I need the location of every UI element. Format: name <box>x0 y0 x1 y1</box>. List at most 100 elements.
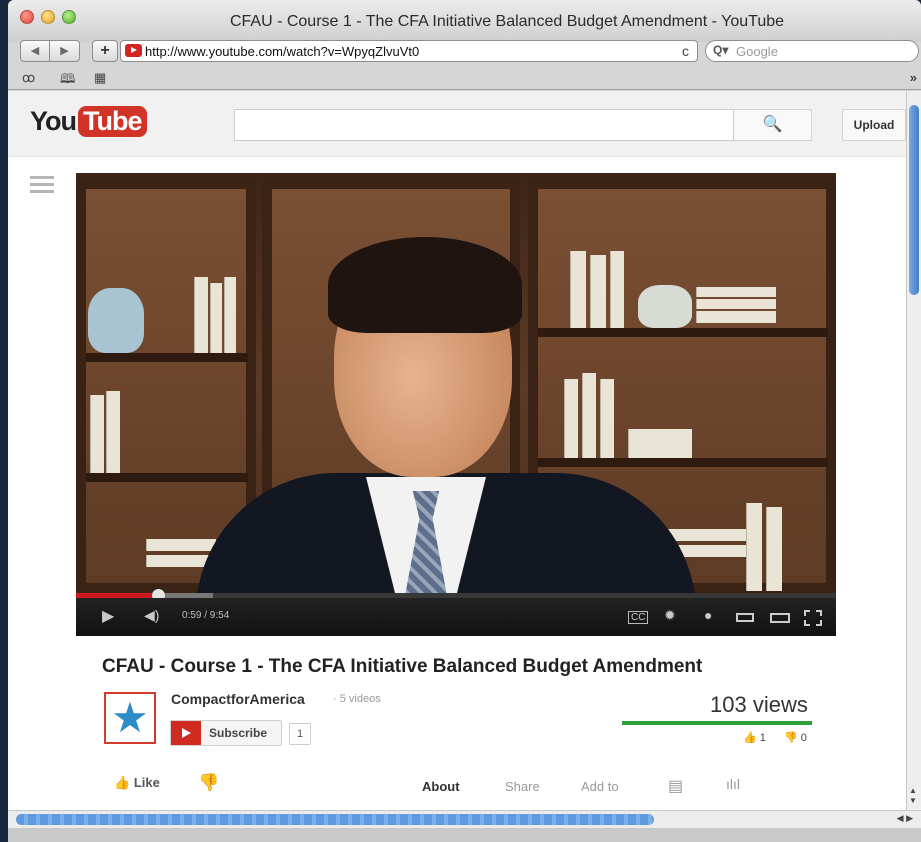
book <box>746 503 762 591</box>
channel-name-link[interactable]: CompactforAmerica <box>171 691 305 707</box>
subscriber-count: 1 <box>289 723 311 745</box>
like-ratio-fill <box>622 721 812 725</box>
speaker-hair <box>328 237 522 333</box>
youtube-logo[interactable]: You Tube <box>30 106 147 137</box>
book <box>106 391 120 473</box>
tab-statistics-icon[interactable]: ılıl <box>726 776 740 792</box>
small-player-icon[interactable] <box>736 613 754 622</box>
shelf-plank <box>538 328 828 337</box>
book <box>564 379 578 458</box>
annotations-icon[interactable]: ● <box>704 607 712 623</box>
tab-transcript-icon[interactable]: ▤ <box>668 776 683 796</box>
like-label: Like <box>133 775 160 790</box>
fullscreen-icon[interactable] <box>804 610 822 626</box>
search-placeholder: Google <box>736 44 778 59</box>
action-bar: 👍 Like 👎 About Share Add to ▤ ılıl <box>8 771 906 810</box>
book <box>766 507 782 591</box>
nav-buttons: ◀ ▶ <box>20 40 80 62</box>
thumbs-up-icon: 👍 <box>114 775 131 790</box>
dislike-count: 👎 0 <box>784 732 807 744</box>
browser-window: CFAU - Course 1 - The CFA Initiative Bal… <box>8 0 921 842</box>
likes-value: 1 <box>759 732 766 744</box>
play-icon[interactable]: ▶ <box>102 606 114 626</box>
subscribe-label: Subscribe <box>209 726 268 740</box>
book <box>90 395 104 473</box>
guide-menu-icon[interactable] <box>30 176 54 196</box>
book <box>224 277 236 353</box>
book <box>146 539 216 551</box>
captions-icon[interactable]: CC <box>628 611 649 624</box>
window-controls <box>20 10 76 24</box>
forward-button[interactable]: ▶ <box>50 40 80 62</box>
youtube-search-button[interactable]: 🔍 <box>734 109 812 141</box>
horizontal-scroll-arrows-icon[interactable]: ◀ ▶ <box>897 813 913 824</box>
google-search-field[interactable]: Q▾ Google <box>705 40 919 62</box>
vertical-scroll-thumb[interactable] <box>909 105 919 295</box>
book <box>590 255 606 328</box>
close-window-button[interactable] <box>20 10 34 24</box>
status-bar <box>8 828 921 842</box>
book <box>194 277 208 353</box>
like-count: 👍 1 <box>743 732 766 744</box>
large-player-icon[interactable] <box>770 613 790 623</box>
back-button[interactable]: ◀ <box>20 40 50 62</box>
book <box>628 429 692 458</box>
video-player[interactable]: ▶ ◀) 0:59 / 9:54 CC ✹ ● <box>76 173 836 636</box>
youtube-search-input[interactable] <box>234 109 734 141</box>
book <box>696 299 776 309</box>
add-bookmark-button[interactable]: + <box>92 40 118 62</box>
playback-time: 0:59 / 9:54 <box>182 610 230 621</box>
reload-icon[interactable]: ᴄ <box>682 43 689 59</box>
zoom-window-button[interactable] <box>62 10 76 24</box>
top-sites-grid-icon[interactable]: ▦ <box>94 70 106 86</box>
tab-share[interactable]: Share <box>505 779 540 794</box>
video-title: CFAU - Course 1 - The CFA Initiative Bal… <box>102 656 703 677</box>
tab-add-to[interactable]: Add to <box>581 779 619 794</box>
upload-button[interactable]: Upload <box>842 109 906 141</box>
book <box>696 311 776 323</box>
title-bar: CFAU - Course 1 - The CFA Initiative Bal… <box>8 0 921 42</box>
url-text[interactable]: http://www.youtube.com/watch?v=WpyqZlvuV… <box>145 44 419 59</box>
book <box>582 373 596 458</box>
vase <box>88 288 144 353</box>
shelf-plank <box>86 473 248 482</box>
thumbs-down-icon: 👎 <box>198 773 220 792</box>
vertical-scrollbar[interactable]: ▲ ▼ <box>906 91 921 810</box>
volume-icon[interactable]: ◀) <box>144 607 159 624</box>
bookmarks-bar: ꝏ 🕮 ▦ » <box>8 66 921 90</box>
dislikes-value: 0 <box>800 732 807 744</box>
subscribe-button[interactable]: Subscribe <box>170 720 282 746</box>
bowl <box>638 285 692 328</box>
tab-about[interactable]: About <box>422 779 460 794</box>
settings-gear-icon[interactable]: ✹ <box>664 607 676 624</box>
page-content: You Tube 🔍 Upload ▶ ◀) 0:59 / 9:54 CC ✹ … <box>8 91 906 810</box>
player-controls: ▶ ◀) 0:59 / 9:54 CC ✹ ● <box>76 598 836 636</box>
reading-list-icon[interactable]: ꝏ <box>22 70 35 86</box>
book <box>570 251 586 328</box>
dislike-button[interactable]: 👎 <box>198 773 219 793</box>
logo-you: You <box>30 106 77 136</box>
youtube-play-icon <box>171 721 201 745</box>
vertical-scroll-arrows-icon[interactable]: ▲ ▼ <box>909 786 917 806</box>
browser-toolbar: ◀ ▶ + http://www.youtube.com/watch?v=Wpy… <box>8 38 921 66</box>
like-ratio-bar <box>622 721 812 725</box>
search-magnifier-icon[interactable]: Q▾ <box>713 43 728 57</box>
address-bar[interactable]: http://www.youtube.com/watch?v=WpyqZlvuV… <box>120 40 698 62</box>
logo-tube: Tube <box>78 106 147 137</box>
youtube-favicon-icon <box>125 44 142 57</box>
book <box>696 287 776 297</box>
channel-avatar-star-icon[interactable]: ★ <box>104 692 156 744</box>
horizontal-scroll-thumb[interactable] <box>16 814 654 825</box>
window-title: CFAU - Course 1 - The CFA Initiative Bal… <box>229 13 785 30</box>
minimize-window-button[interactable] <box>41 10 55 24</box>
video-frame[interactable] <box>76 173 836 613</box>
more-bookmarks-icon[interactable]: » <box>910 70 917 85</box>
horizontal-scrollbar[interactable]: ◀ ▶ <box>8 810 921 828</box>
like-button[interactable]: 👍 Like <box>114 775 160 791</box>
youtube-header: You Tube 🔍 Upload <box>8 91 906 157</box>
book <box>610 251 624 328</box>
search-icon: 🔍 <box>762 116 783 133</box>
book <box>210 283 222 353</box>
bookmarks-book-icon[interactable]: 🕮 <box>60 70 75 92</box>
channel-video-count[interactable]: · 5 videos <box>333 693 381 705</box>
